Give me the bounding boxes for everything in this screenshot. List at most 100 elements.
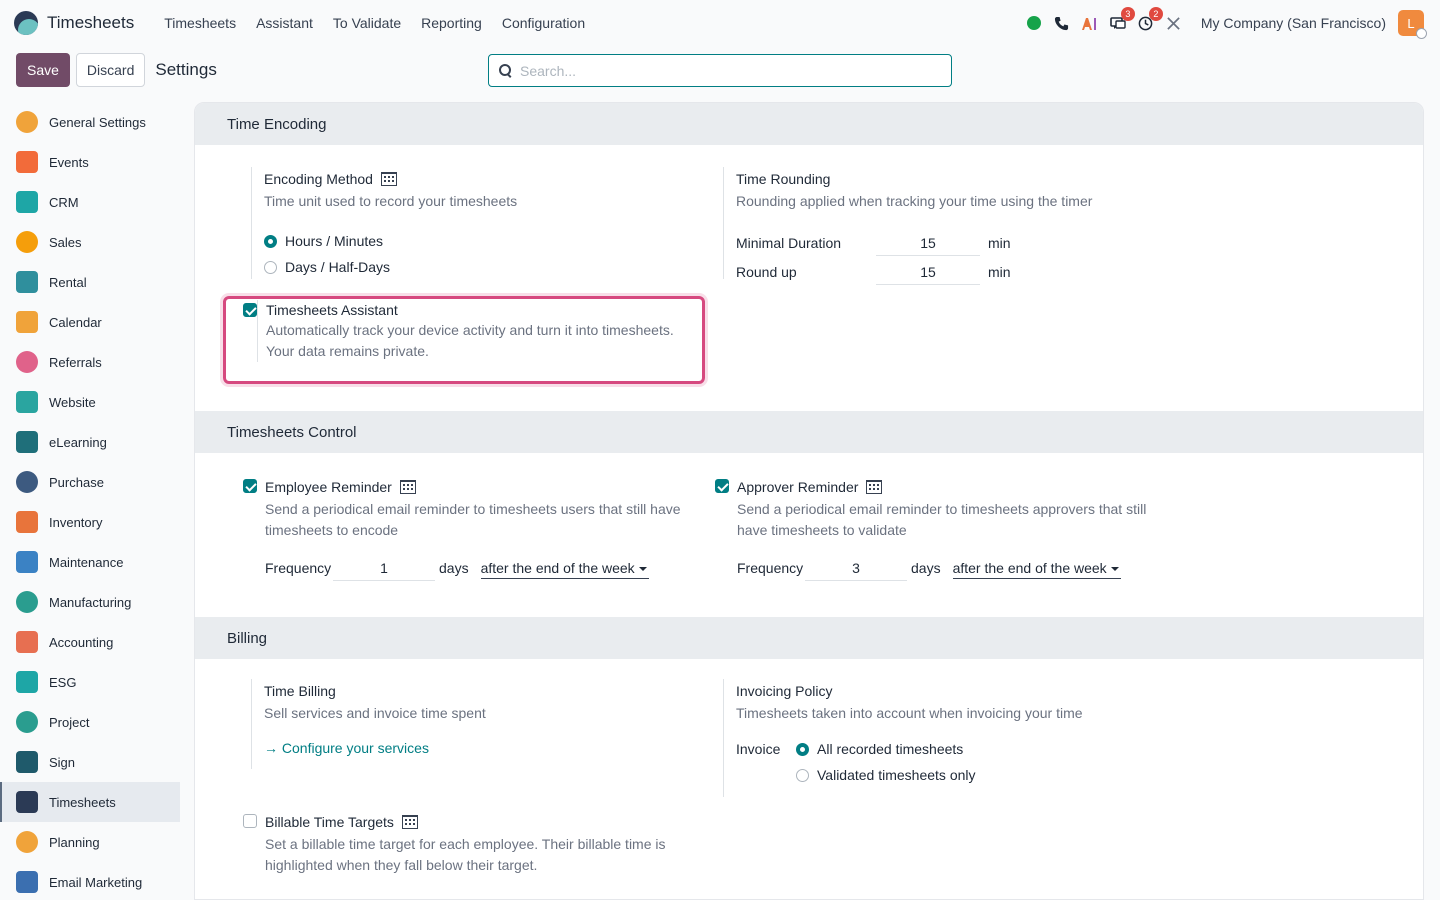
search-icon — [499, 64, 512, 77]
radio-days[interactable] — [264, 260, 277, 274]
menu-to-validate[interactable]: To Validate — [323, 15, 411, 31]
employee-reminder-desc: Send a periodical email reminder to time… — [265, 501, 681, 538]
company-switcher[interactable]: My Company (San Francisco) — [1201, 15, 1386, 31]
sidebar-item-label: Sales — [49, 234, 82, 250]
sidebar-item-label: Manufacturing — [49, 594, 132, 610]
approver-reminder-setting: Approver Reminder Send a periodical emai… — [715, 475, 1175, 585]
assistant-checkbox[interactable] — [243, 303, 257, 317]
employee-reminder-setting: Employee Reminder Send a periodical emai… — [243, 475, 703, 585]
sidebar-item-general-settings[interactable]: General Settings — [0, 102, 180, 142]
menu-assistant[interactable]: Assistant — [246, 15, 323, 31]
assistant-title: Timesheets Assistant — [266, 302, 398, 318]
billable-targets-setting: Billable Time Targets Set a billable tim… — [243, 810, 703, 880]
search-input[interactable] — [520, 62, 920, 79]
app-brand[interactable]: Timesheets — [14, 11, 154, 35]
encoding-option-days[interactable]: Days / Half-Days — [264, 254, 671, 280]
sidebar-item-label: Maintenance — [49, 554, 124, 570]
sidebar-item-referrals[interactable]: Referrals — [0, 342, 180, 382]
section-time-encoding-header: Time Encoding — [195, 103, 1423, 145]
invoicing-policy-desc: Timesheets taken into account when invoi… — [736, 705, 1083, 721]
messages-badge: 3 — [1120, 7, 1135, 21]
ai-icon[interactable] — [1081, 14, 1099, 32]
sidebar-item-email-marketing[interactable]: Email Marketing — [0, 862, 180, 900]
sidebar-item-esg[interactable]: ESG — [0, 662, 180, 702]
sidebar-item-label: Timesheets — [49, 794, 116, 810]
sidebar-item-label: eLearning — [49, 434, 107, 450]
brand-name: Timesheets — [47, 13, 135, 32]
sidebar-item-elearning[interactable]: eLearning — [0, 422, 180, 462]
presence-status-icon[interactable] — [1025, 14, 1043, 32]
encoding-option-hours[interactable]: Hours / Minutes — [264, 228, 671, 254]
menu-configuration[interactable]: Configuration — [492, 15, 595, 31]
radio-days-label: Days / Half-Days — [285, 259, 391, 275]
sidebar-item-maintenance[interactable]: Maintenance — [0, 542, 180, 582]
approver-frequency-select[interactable]: after the end of the week — [952, 557, 1121, 579]
employee-frequency-label: Frequency — [265, 559, 332, 576]
time-rounding-title: Time Rounding — [736, 171, 831, 187]
encoding-method-title: Encoding Method — [264, 171, 373, 187]
section-billing-header: Billing — [195, 617, 1423, 659]
rental-app-icon — [16, 271, 38, 293]
radio-validated-timesheets[interactable] — [796, 768, 809, 782]
sidebar-item-planning[interactable]: Planning — [0, 822, 180, 862]
manufacturing-app-icon — [16, 591, 38, 613]
employee-frequency-input[interactable]: 1 — [333, 555, 435, 581]
website-app-icon — [16, 391, 38, 413]
sidebar-item-manufacturing[interactable]: Manufacturing — [0, 582, 180, 622]
sidebar-item-accounting[interactable]: Accounting — [0, 622, 180, 662]
time-billing-desc: Sell services and invoice time spent — [264, 705, 486, 721]
sidebar-item-purchase[interactable]: Purchase — [0, 462, 180, 502]
sidebar-item-label: Accounting — [49, 634, 114, 650]
employee-reminder-checkbox[interactable] — [243, 479, 257, 493]
configure-services-link[interactable]: → Configure your services — [264, 740, 671, 756]
project-app-icon — [16, 711, 38, 733]
messages-icon[interactable]: 3 — [1109, 7, 1135, 32]
timesheets-assistant-setting: Timesheets Assistant Automatically track… — [243, 300, 683, 372]
maintenance-app-icon — [16, 551, 38, 573]
time-billing-setting: Time Billing Sell services and invoice t… — [251, 679, 671, 779]
invoice-option-all[interactable]: All recorded timesheets — [796, 736, 976, 762]
menu-reporting[interactable]: Reporting — [411, 15, 492, 31]
round-up-input[interactable]: 15 — [876, 259, 980, 285]
sidebar-item-events[interactable]: Events — [0, 142, 180, 182]
approver-reminder-desc: Send a periodical email reminder to time… — [737, 501, 1147, 538]
invoice-option-validated[interactable]: Validated timesheets only — [796, 762, 976, 788]
sidebar-item-inventory[interactable]: Inventory — [0, 502, 180, 542]
sidebar-item-calendar[interactable]: Calendar — [0, 302, 180, 342]
radio-all-timesheets[interactable] — [796, 742, 809, 756]
sidebar-item-website[interactable]: Website — [0, 382, 180, 422]
discard-button[interactable]: Discard — [75, 53, 146, 87]
top-menu: Timesheets Assistant To Validate Reporti… — [154, 15, 595, 31]
company-building-icon — [866, 480, 883, 494]
esg-app-icon — [16, 671, 38, 693]
approver-reminder-checkbox[interactable] — [715, 479, 729, 493]
company-building-icon — [401, 815, 418, 829]
round-up-label: Round up — [736, 263, 797, 280]
sales-app-icon — [16, 231, 38, 253]
sidebar-item-sign[interactable]: Sign — [0, 742, 180, 782]
user-avatar[interactable]: L — [1398, 10, 1427, 39]
sidebar-item-rental[interactable]: Rental — [0, 262, 180, 302]
search-box[interactable] — [488, 54, 952, 87]
radio-hours[interactable] — [264, 234, 277, 248]
sidebar-item-project[interactable]: Project — [0, 702, 180, 742]
calendar-app-icon — [16, 311, 38, 333]
sidebar-item-crm[interactable]: CRM — [0, 182, 180, 222]
approver-frequency-input[interactable]: 3 — [805, 555, 907, 581]
sidebar-item-label: Purchase — [49, 474, 104, 490]
billable-targets-checkbox[interactable] — [243, 814, 257, 828]
sidebar-item-label: Inventory — [49, 514, 103, 530]
phone-icon[interactable] — [1053, 14, 1071, 32]
minimal-duration-input[interactable]: 15 — [876, 230, 980, 256]
settings-sidebar: General Settings Events CRM Sales Rental Cale… — [0, 102, 180, 900]
menu-timesheets[interactable]: Timesheets — [154, 15, 246, 31]
tools-icon[interactable] — [1165, 14, 1183, 32]
sidebar-item-label: Calendar — [49, 314, 102, 330]
sidebar-item-sales[interactable]: Sales — [0, 222, 180, 262]
sidebar-item-timesheets[interactable]: Timesheets — [0, 782, 180, 822]
employee-frequency-select[interactable]: after the end of the week — [480, 557, 649, 579]
sidebar-item-label: Email Marketing — [49, 874, 143, 890]
systray: 3 2 My Company (San Francisco) L — [1025, 0, 1440, 46]
activities-clock-icon[interactable]: 2 — [1137, 7, 1163, 32]
save-button[interactable]: Save — [16, 53, 70, 87]
